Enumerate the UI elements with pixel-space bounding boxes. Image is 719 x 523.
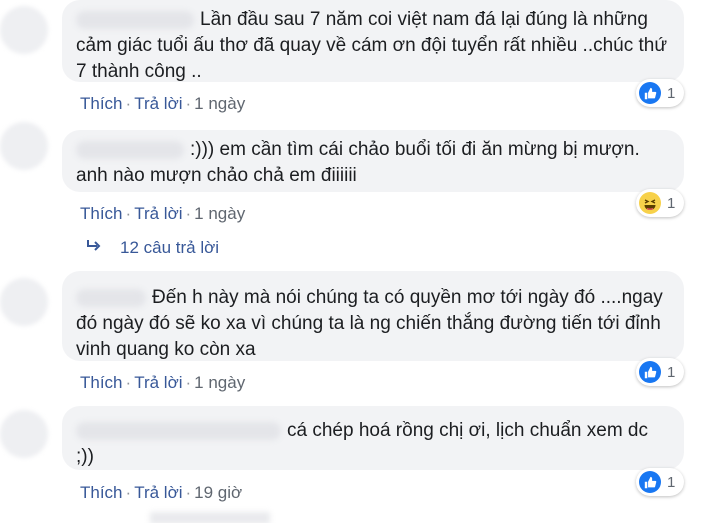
commenter-name[interactable] [76,11,194,29]
separator: · [185,94,192,113]
timestamp[interactable]: 19 giờ [194,483,242,502]
separator: · [125,94,132,113]
timestamp[interactable]: 1 ngày [194,204,245,223]
reaction-count[interactable]: 1 [636,468,685,496]
commenter-name[interactable] [76,141,184,159]
like-icon [639,361,661,383]
comment-bubble: Lần đầu sau 7 năm coi việt nam đá lại đú… [62,0,684,82]
commenter-name[interactable] [76,422,281,440]
replies-label: 12 câu trả lời [120,238,220,257]
avatar[interactable] [0,278,48,326]
reply-button[interactable]: Trả lời [134,94,182,113]
reaction-number: 1 [667,84,676,102]
view-replies-link[interactable]: 12 câu trả lời [86,238,219,258]
reply-button[interactable]: Trả lời [134,204,182,223]
separator: · [185,483,192,502]
avatar[interactable] [0,122,48,170]
like-icon [639,471,661,493]
comment-bubble: Đến h này mà nói chúng ta có quyền mơ tớ… [62,271,684,361]
separator: · [185,204,192,223]
like-button[interactable]: Thích [80,373,123,392]
separator: · [125,204,132,223]
like-button[interactable]: Thích [80,94,123,113]
comment-thread: Lần đầu sau 7 năm coi việt nam đá lại đú… [0,0,719,523]
reaction-count[interactable]: 1 [636,358,685,386]
reply-arrow-icon [86,238,102,258]
separator: · [185,373,192,392]
reaction-count[interactable]: 1 [636,79,685,107]
like-icon [639,82,661,104]
timestamp[interactable]: 1 ngày [194,94,245,113]
comment-actions: Thích · Trả lời · 19 giờ [80,483,242,503]
comment-text: Đến h này mà nói chúng ta có quyền mơ tớ… [76,287,663,360]
reaction-number: 1 [667,363,676,381]
like-button[interactable]: Thích [80,483,123,502]
comment-bubble: cá chép hoá rồng chị ơi, lịch chuẩn xem … [62,406,684,470]
reaction-count[interactable]: 1 [636,189,685,217]
avatar[interactable] [0,6,48,54]
separator: · [125,373,132,392]
avatar[interactable] [0,410,48,458]
reaction-number: 1 [667,473,676,491]
separator: · [125,483,132,502]
reply-button[interactable]: Trả lời [134,483,182,502]
timestamp[interactable]: 1 ngày [194,373,245,392]
reaction-number: 1 [667,194,676,212]
comment-bubble: :))) em cần tìm cái chảo buổi tối đi ăn … [62,130,684,192]
comment-actions: Thích · Trả lời · 1 ngày [80,204,245,224]
like-button[interactable]: Thích [80,204,123,223]
commenter-name[interactable] [76,289,146,307]
cropped-content [150,512,270,523]
comment-actions: Thích · Trả lời · 1 ngày [80,94,245,114]
comment-actions: Thích · Trả lời · 1 ngày [80,373,245,393]
reply-button[interactable]: Trả lời [134,373,182,392]
haha-icon [639,192,661,214]
